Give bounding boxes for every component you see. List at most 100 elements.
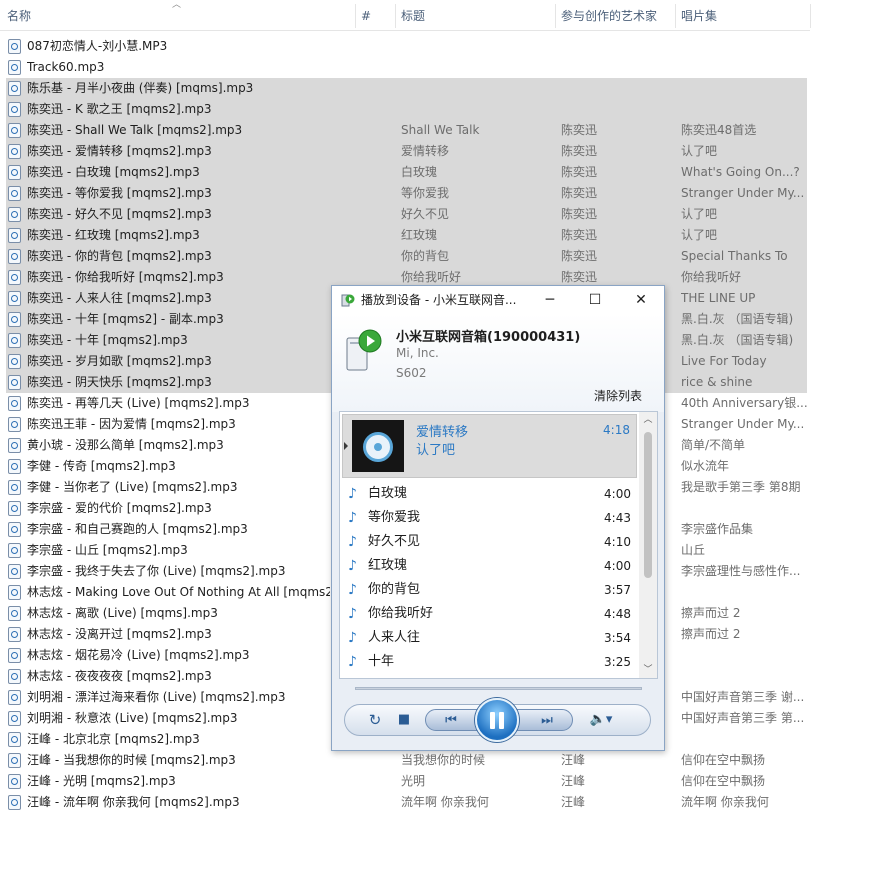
audio-file-icon — [8, 669, 21, 684]
file-artist: 陈奕迅 — [561, 123, 598, 137]
file-row[interactable]: 087初恋情人-刘小慧.MP3 — [0, 36, 879, 57]
volume-icon[interactable]: 🔈▾ — [583, 705, 619, 735]
track-duration: 4:43 — [604, 511, 631, 525]
dialog-titlebar[interactable]: 播放到设备 - 小米互联网音... ─ ☐ ✕ — [332, 286, 664, 314]
audio-file-icon — [8, 165, 21, 180]
playlist-track[interactable]: ♪ 你给我听好 4:48 — [340, 602, 637, 626]
music-note-icon: ♪ — [348, 606, 357, 622]
file-title: 光明 — [401, 774, 426, 788]
file-name: 汪峰 - 当我想你的时候 [mqms2].mp3 — [27, 753, 236, 767]
column-title[interactable]: 标题 — [401, 0, 425, 31]
device-name: 小米互联网音箱(190000431) — [396, 330, 581, 345]
file-name: 陈奕迅 - 红玫瑰 [mqms2].mp3 — [27, 228, 200, 242]
file-album: rice & shine — [681, 375, 753, 389]
file-row[interactable]: 陈奕迅 - 红玫瑰 [mqms2].mp3 红玫瑰 陈奕迅 认了吧 — [0, 225, 879, 246]
file-name: 李宗盛 - 和自己赛跑的人 [mqms2].mp3 — [27, 522, 248, 536]
file-artist: 汪峰 — [561, 774, 586, 788]
file-name: 汪峰 - 北京北京 [mqms2].mp3 — [27, 732, 200, 746]
playlist-track[interactable]: ♪ 十年 3:25 — [340, 650, 637, 674]
playlist-track[interactable]: ♪ 红玫瑰 4:00 — [340, 554, 637, 578]
column-album[interactable]: 唱片集 — [681, 0, 717, 31]
file-row[interactable]: 陈奕迅 - 你的背包 [mqms2].mp3 你的背包 陈奕迅 Special Tha… — [0, 246, 879, 267]
audio-file-icon — [8, 606, 21, 621]
track-name: 红玫瑰 — [368, 558, 408, 573]
file-album: THE LINE UP — [681, 291, 756, 305]
column-artists[interactable]: 参与创作的艺术家 — [561, 0, 657, 31]
playlist-track[interactable]: ♪ 等你爱我 4:43 — [340, 506, 637, 530]
file-album: 山丘 — [681, 543, 706, 557]
column-track-number[interactable]: # — [361, 0, 371, 31]
playlist-track[interactable]: ♪ 人来人往 3:54 — [340, 626, 637, 650]
file-name: 陈奕迅 - 十年 [mqms2] - 副本.mp3 — [27, 312, 224, 326]
column-divider[interactable] — [395, 4, 396, 28]
track-duration: 4:00 — [604, 487, 631, 501]
file-row[interactable]: 陈奕迅 - K 歌之王 [mqms2].mp3 — [0, 99, 879, 120]
minimize-icon[interactable]: ─ — [527, 286, 573, 314]
file-artist: 陈奕迅 — [561, 228, 598, 242]
scrollbar-thumb[interactable] — [644, 432, 652, 578]
file-row[interactable]: 陈乐基 - 月半小夜曲 (伴奏) [mqms].mp3 — [0, 78, 879, 99]
next-icon[interactable]: ⏭ — [530, 706, 564, 736]
playlist: 爱情转移 认了吧 4:18 ♪ 白玫瑰 4:00 ♪ 等你爱我 4:43 ♪ 好久不见 4:10… — [339, 411, 658, 679]
column-name[interactable]: 名称 — [7, 0, 31, 31]
now-playing-item[interactable]: 爱情转移 认了吧 4:18 — [342, 414, 637, 478]
maximize-icon[interactable]: ☐ — [572, 286, 618, 314]
speaker-device-icon — [346, 329, 382, 371]
audio-file-icon — [8, 585, 21, 600]
file-row[interactable]: 陈奕迅 - 白玫瑰 [mqms2].mp3 白玫瑰 陈奕迅 What's Going … — [0, 162, 879, 183]
file-album: 李宗盛作品集 — [681, 522, 754, 536]
file-album: 我是歌手第三季 第8期 — [681, 480, 801, 494]
playlist-track[interactable]: ♪ 你的背包 3:57 — [340, 578, 637, 602]
audio-file-icon — [8, 39, 21, 54]
playlist-track[interactable]: ♪ 白玫瑰 4:00 — [340, 482, 637, 506]
audio-file-icon — [8, 564, 21, 579]
file-row[interactable]: 陈奕迅 - 爱情转移 [mqms2].mp3 爱情转移 陈奕迅 认了吧 — [0, 141, 879, 162]
file-title: 好久不见 — [401, 207, 450, 221]
file-row[interactable]: 汪峰 - 光明 [mqms2].mp3 光明 汪峰 信仰在空中飘扬 — [0, 771, 879, 792]
file-album: 认了吧 — [681, 207, 718, 221]
file-row[interactable]: 陈奕迅 - Shall We Talk [mqms2].mp3 Shall We … — [0, 120, 879, 141]
playlist-track[interactable]: ♪ 好久不见 4:10 — [340, 530, 637, 554]
file-row[interactable]: 陈奕迅 - 等你爱我 [mqms2].mp3 等你爱我 陈奕迅 Stranger Un… — [0, 183, 879, 204]
pause-icon[interactable] — [475, 698, 519, 742]
file-row[interactable]: Track60.mp3 — [0, 57, 879, 78]
file-album: 中国好声音第三季 谢... — [681, 690, 805, 704]
audio-file-icon — [8, 102, 21, 117]
file-row[interactable]: 陈奕迅 - 好久不见 [mqms2].mp3 好久不见 陈奕迅 认了吧 — [0, 204, 879, 225]
column-divider[interactable] — [555, 4, 556, 28]
stop-icon[interactable]: ■ — [393, 705, 415, 735]
audio-file-icon — [8, 228, 21, 243]
file-name: 李健 - 当你老了 (Live) [mqms2].mp3 — [27, 480, 238, 494]
file-name: 林志炫 - 夜夜夜夜 [mqms2].mp3 — [27, 669, 212, 683]
file-title: 你的背包 — [401, 249, 450, 263]
audio-file-icon — [8, 774, 21, 789]
audio-file-icon — [8, 438, 21, 453]
column-divider[interactable] — [355, 4, 356, 28]
column-divider[interactable] — [675, 4, 676, 28]
file-name: 林志炫 - 离歌 (Live) [mqms].mp3 — [27, 606, 218, 620]
track-duration: 4:10 — [604, 535, 631, 549]
current-track-indicator-icon — [344, 442, 348, 450]
file-name: 087初恋情人-刘小慧.MP3 — [27, 39, 168, 53]
clear-list-button[interactable]: 清除列表 — [594, 387, 642, 404]
previous-icon[interactable]: ⏮ — [434, 706, 468, 736]
playlist-scrollbar[interactable]: ︿ ﹀ — [639, 412, 657, 678]
file-name: 陈奕迅 - 好久不见 [mqms2].mp3 — [27, 207, 212, 221]
seek-bar[interactable] — [355, 687, 642, 690]
file-album: Special Thanks To — [681, 249, 788, 263]
audio-file-icon — [8, 60, 21, 75]
audio-file-icon — [8, 333, 21, 348]
audio-file-icon — [8, 753, 21, 768]
file-row[interactable]: 汪峰 - 当我想你的时候 [mqms2].mp3 当我想你的时候 汪峰 信仰在空中飘扬 — [0, 750, 879, 771]
file-album: 陈奕迅48首选 — [681, 123, 757, 137]
repeat-icon[interactable]: ↻ — [363, 705, 387, 735]
scroll-up-icon[interactable]: ︿ — [639, 412, 657, 428]
close-icon[interactable]: ✕ — [618, 286, 664, 314]
scroll-down-icon[interactable]: ﹀ — [639, 662, 657, 678]
column-divider[interactable] — [810, 4, 811, 28]
file-row[interactable]: 汪峰 - 流年啊 你亲我何 [mqms2].mp3 流年啊 你亲我何 汪峰 流年啊 你… — [0, 792, 879, 813]
file-album: 中国好声音第三季 第... — [681, 711, 805, 725]
album-art — [352, 420, 404, 472]
file-album: 你给我听好 — [681, 270, 742, 284]
audio-file-icon — [8, 291, 21, 306]
